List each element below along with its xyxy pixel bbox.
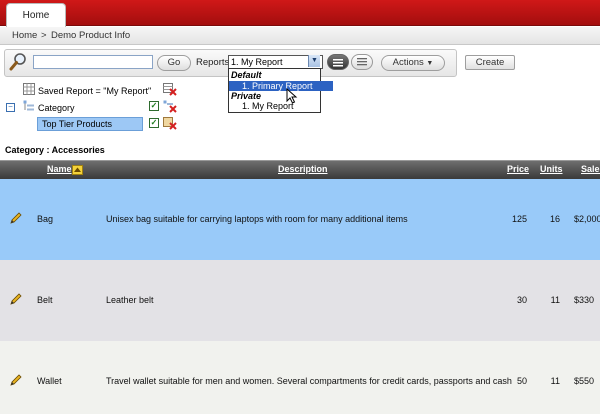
- column-header-name[interactable]: Name: [47, 164, 72, 174]
- caret-down-icon: ▼: [426, 60, 434, 67]
- cell-sales: $330: [574, 295, 595, 305]
- reports-dropdown: Default 1. Primary Report Private 1. My …: [228, 68, 333, 113]
- mouse-cursor-icon: [286, 87, 298, 104]
- search-input[interactable]: [33, 55, 153, 69]
- report-grid-icon: [23, 83, 35, 95]
- cell-description: Leather belt: [106, 295, 154, 305]
- edit-pencil-icon[interactable]: [10, 374, 22, 388]
- table-row: Wallet Travel wallet suitable for men an…: [0, 341, 600, 414]
- category-filter: Category: [38, 103, 75, 113]
- category-checkbox[interactable]: ✓: [149, 101, 159, 111]
- tab-home[interactable]: Home: [6, 3, 66, 27]
- top-tier-checkbox[interactable]: ✓: [149, 118, 159, 128]
- view-details-icon[interactable]: [351, 54, 373, 70]
- cell-name: Belt: [37, 295, 53, 305]
- breadcrumb-home[interactable]: Home: [12, 30, 37, 41]
- cell-name: Wallet: [37, 376, 62, 386]
- group-heading: Category : Accessories: [5, 145, 105, 155]
- remove-category-icon[interactable]: [163, 100, 177, 113]
- column-header-sales[interactable]: Sales: [581, 164, 600, 174]
- cell-sales: $2,000: [574, 214, 600, 224]
- dropdown-option-primary-report[interactable]: 1. Primary Report: [229, 81, 333, 91]
- reports-label: Reports: [196, 57, 230, 68]
- actions-button[interactable]: Actions ▼: [381, 55, 445, 71]
- edit-pencil-icon[interactable]: [10, 212, 22, 226]
- view-icons-icon[interactable]: [327, 54, 349, 70]
- dropdown-option-my-report[interactable]: 1. My Report: [229, 101, 333, 111]
- breadcrumb: Home > Demo Product Info: [0, 27, 600, 45]
- top-bar: [0, 0, 600, 26]
- create-button[interactable]: Create: [465, 55, 515, 70]
- table-header: Name Description Price Units Sales: [0, 160, 600, 179]
- saved-report-filter: Saved Report = "My Report": [38, 86, 152, 96]
- breadcrumb-current: Demo Product Info: [51, 30, 131, 41]
- search-icon[interactable]: [9, 52, 27, 72]
- edit-pencil-icon[interactable]: [10, 293, 22, 307]
- cell-description: Unisex bag suitable for carrying laptops…: [106, 214, 408, 224]
- group-by-icon: [23, 100, 35, 112]
- cell-price: 50: [516, 376, 527, 386]
- table-row: Belt Leather belt 30 11 $330: [0, 260, 600, 341]
- actions-label: Actions: [392, 57, 424, 68]
- table-row: Bag Unisex bag suitable for carrying lap…: [0, 179, 600, 260]
- cell-sales: $550: [574, 376, 595, 386]
- remove-report-icon[interactable]: [163, 83, 177, 96]
- cell-name: Bag: [37, 214, 54, 224]
- column-header-description[interactable]: Description: [278, 164, 328, 174]
- go-button[interactable]: Go: [157, 55, 191, 71]
- dropdown-group-private: Private: [231, 91, 262, 101]
- collapse-icon[interactable]: −: [6, 103, 15, 112]
- dropdown-group-default: Default: [231, 70, 262, 80]
- cell-units: 11: [550, 376, 560, 386]
- cell-price: 30: [516, 295, 527, 305]
- cell-units: 16: [549, 214, 560, 224]
- chevron-down-icon[interactable]: ▼: [308, 55, 320, 67]
- sort-ascending-icon[interactable]: [72, 165, 83, 175]
- remove-highlight-icon[interactable]: [163, 117, 177, 130]
- column-header-units[interactable]: Units: [540, 164, 563, 174]
- breadcrumb-separator: >: [41, 30, 47, 41]
- cell-description: Travel wallet suitable for men and women…: [106, 376, 512, 386]
- column-header-price[interactable]: Price: [507, 164, 529, 174]
- cell-units: 11: [550, 295, 560, 305]
- cell-price: 125: [511, 214, 527, 224]
- highlight-filter: Top Tier Products: [37, 117, 143, 131]
- top-tier-label: Top Tier Products: [42, 119, 113, 129]
